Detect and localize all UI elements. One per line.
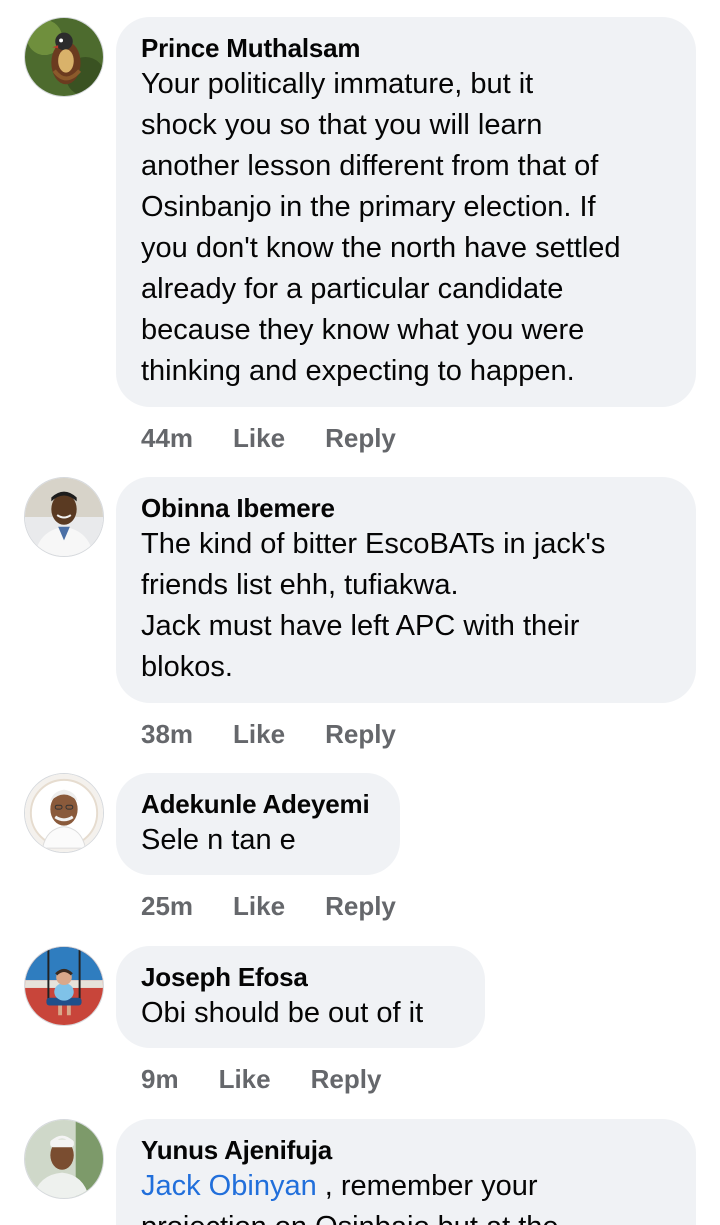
- reply-button[interactable]: Reply: [311, 1064, 382, 1095]
- comment-item: Yunus Ajenifuja Jack Obinyan , remember …: [0, 1119, 720, 1225]
- comment-bubble: Adekunle Adeyemi Sele n tan e: [116, 773, 400, 875]
- comment-actions: 44m Like Reply: [116, 408, 720, 468]
- reply-button[interactable]: Reply: [325, 891, 396, 922]
- man-in-lab-coat-avatar-icon[interactable]: [24, 477, 104, 557]
- avatar-image: [25, 18, 103, 96]
- comment-text: Your politically immature, but it shock …: [141, 68, 621, 387]
- elderly-man-avatar-icon[interactable]: [24, 773, 104, 853]
- comment-author[interactable]: Adekunle Adeyemi: [141, 788, 374, 820]
- comment-actions: 9m Like Reply: [116, 1049, 720, 1109]
- comment-list: Prince Muthalsam Your politically immatu…: [0, 0, 720, 1225]
- comment-item: Prince Muthalsam Your politically immatu…: [0, 17, 720, 468]
- comment-bubble: Prince Muthalsam Your politically immatu…: [116, 17, 696, 407]
- reply-button[interactable]: Reply: [325, 423, 396, 454]
- comment-author[interactable]: Prince Muthalsam: [141, 32, 670, 64]
- like-button[interactable]: Like: [233, 719, 285, 750]
- comment-bubble: Obinna Ibemere The kind of bitter EscoBA…: [116, 477, 696, 703]
- comment-text: Jack Obinyan , remember your projection …: [141, 1166, 670, 1225]
- avatar-image: [25, 947, 103, 1025]
- comment-author[interactable]: Joseph Efosa: [141, 961, 459, 993]
- avatar-image: [25, 478, 103, 556]
- comment-author[interactable]: Obinna Ibemere: [141, 492, 670, 524]
- comment-author[interactable]: Yunus Ajenifuja: [141, 1134, 670, 1166]
- comment-bubble: Yunus Ajenifuja Jack Obinyan , remember …: [116, 1119, 696, 1225]
- comment-text: The kind of bitter EscoBATs in jack's fr…: [141, 528, 606, 683]
- mention-link[interactable]: Jack Obinyan: [141, 1170, 317, 1202]
- comment-timestamp[interactable]: 44m: [141, 423, 193, 454]
- comment-actions: 25m Like Reply: [116, 876, 720, 936]
- comment-actions: 38m Like Reply: [116, 704, 720, 764]
- comment-item: Obinna Ibemere The kind of bitter EscoBA…: [0, 477, 720, 764]
- comment-item: Joseph Efosa Obi should be out of it 9m …: [0, 946, 720, 1109]
- like-button[interactable]: Like: [233, 423, 285, 454]
- like-button[interactable]: Like: [233, 891, 285, 922]
- avatar-image: [25, 1120, 103, 1198]
- bird-photo-avatar-icon[interactable]: [24, 17, 104, 97]
- comment-timestamp[interactable]: 25m: [141, 891, 193, 922]
- comment-item: Adekunle Adeyemi Sele n tan e 25m Like R…: [0, 773, 720, 936]
- avatar-image: [25, 774, 103, 852]
- child-on-swing-avatar-icon[interactable]: [24, 946, 104, 1026]
- comment-text: Obi should be out of it: [141, 997, 424, 1029]
- comment-timestamp[interactable]: 38m: [141, 719, 193, 750]
- man-in-cap-avatar-icon[interactable]: [24, 1119, 104, 1199]
- comment-text: Sele n tan e: [141, 824, 296, 856]
- comment-timestamp[interactable]: 9m: [141, 1064, 179, 1095]
- like-button[interactable]: Like: [219, 1064, 271, 1095]
- reply-button[interactable]: Reply: [325, 719, 396, 750]
- comment-bubble: Joseph Efosa Obi should be out of it: [116, 946, 485, 1048]
